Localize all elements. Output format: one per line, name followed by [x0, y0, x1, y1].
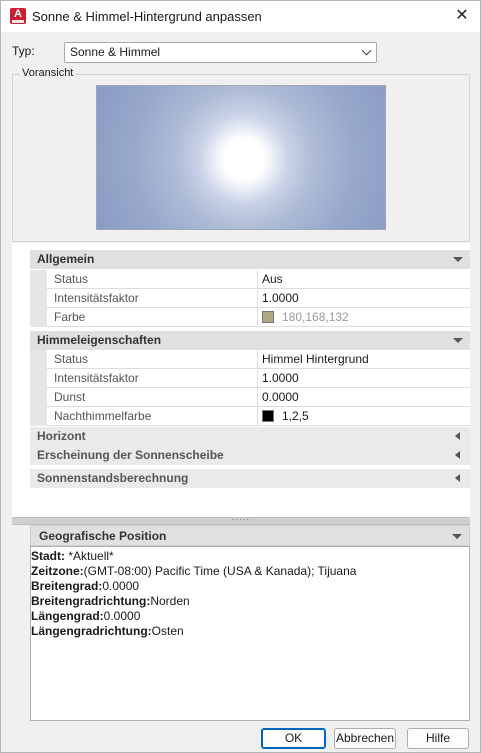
geo-position-info: Stadt: *Aktuell* Zeitzone:(GMT-08:00) Pa… — [30, 546, 470, 721]
cancel-button[interactable]: Abbrechen — [334, 728, 396, 749]
geo-line-latitude-direction: Breitengradrichtung:Norden — [31, 594, 190, 608]
autocad-app-icon: A — [10, 8, 26, 24]
property-value: Aus — [262, 272, 283, 286]
property-row-sky-intensity[interactable]: Intensitätsfaktor 1.0000 — [30, 369, 470, 388]
geo-line-city: Stadt: *Aktuell* — [31, 549, 114, 563]
geo-line-longitude: Längengrad:0.0000 — [31, 609, 141, 623]
property-value: 1.0000 — [262, 371, 299, 385]
geo-line-latitude: Breitengrad:0.0000 — [31, 579, 140, 593]
expand-triangle-icon — [455, 432, 460, 440]
category-label: Himmeleigenschaften — [37, 333, 162, 347]
expand-triangle-icon — [455, 474, 460, 482]
category-label: Erscheinung der Sonnenscheibe — [37, 448, 224, 462]
property-value: 1,2,5 — [262, 407, 309, 425]
help-button[interactable]: Hilfe — [407, 728, 469, 749]
property-row-haze[interactable]: Dunst 0.0000 — [30, 388, 470, 407]
title-bar: A Sonne & Himmel-Hintergrund anpassen ✕ — [1, 1, 480, 32]
category-label: Allgemein — [37, 252, 95, 266]
category-sonnenscheibe[interactable]: Erscheinung der Sonnenscheibe — [30, 446, 470, 465]
category-allgemein[interactable]: Allgemein — [30, 250, 470, 269]
collapse-triangle-icon — [453, 338, 463, 343]
property-row-intensity[interactable]: Intensitätsfaktor 1.0000 — [30, 289, 470, 308]
property-name: Intensitätsfaktor — [54, 371, 139, 385]
color-swatch — [262, 311, 274, 323]
property-row-night-color[interactable]: Nachthimmelfarbe 1,2,5 — [30, 407, 470, 426]
chevron-down-icon — [361, 45, 372, 56]
collapse-triangle-icon — [453, 257, 463, 262]
geo-header-label: Geografische Position — [39, 529, 167, 543]
property-name: Status — [54, 272, 89, 286]
geo-position-header[interactable]: Geografische Position — [30, 525, 470, 546]
property-name: Dunst — [54, 390, 86, 404]
category-sonnenstand[interactable]: Sonnenstandsberechnung — [30, 469, 470, 488]
property-value: 180,168,132 — [262, 308, 349, 326]
geo-line-longitude-direction: Längengradrichtung:Osten — [31, 624, 184, 638]
dialog-window: A Sonne & Himmel-Hintergrund anpassen ✕ … — [0, 0, 481, 753]
property-name: Status — [54, 352, 89, 366]
property-value: 1.0000 — [262, 291, 299, 305]
property-value: 0.0000 — [262, 390, 299, 404]
color-swatch — [262, 410, 274, 422]
property-name: Intensitätsfaktor — [54, 291, 139, 305]
property-row-color[interactable]: Farbe 180,168,132 — [30, 308, 470, 327]
collapse-triangle-icon — [452, 534, 462, 539]
expand-triangle-icon — [455, 451, 460, 459]
property-name: Farbe — [54, 310, 86, 324]
type-label: Typ: — [12, 44, 35, 58]
close-icon[interactable]: ✕ — [451, 5, 473, 27]
preview-legend: Voransicht — [20, 67, 76, 79]
properties-grid: Allgemein Status Aus Intensitätsfaktor 1… — [30, 250, 470, 488]
sun-sky-preview-image — [96, 85, 386, 230]
dialog-title: Sonne & Himmel-Hintergrund anpassen — [32, 9, 262, 24]
type-dropdown[interactable]: Sonne & Himmel — [64, 42, 377, 63]
category-himmeleigenschaften[interactable]: Himmeleigenschaften — [30, 331, 470, 350]
category-horizont[interactable]: Horizont — [30, 427, 470, 446]
property-name: Nachthimmelfarbe — [54, 409, 152, 423]
category-label: Horizont — [37, 429, 86, 443]
ok-button[interactable]: OK — [261, 728, 326, 749]
property-value: Himmel Hintergrund — [262, 352, 369, 366]
property-row-status[interactable]: Status Aus — [30, 270, 470, 289]
category-label: Sonnenstandsberechnung — [37, 471, 189, 485]
geo-line-timezone: Zeitzone:(GMT-08:00) Pacific Time (USA &… — [31, 564, 357, 578]
property-row-sky-status[interactable]: Status Himmel Hintergrund — [30, 350, 470, 369]
type-dropdown-value: Sonne & Himmel — [70, 45, 161, 59]
panel-splitter[interactable]: ····· — [12, 516, 470, 525]
